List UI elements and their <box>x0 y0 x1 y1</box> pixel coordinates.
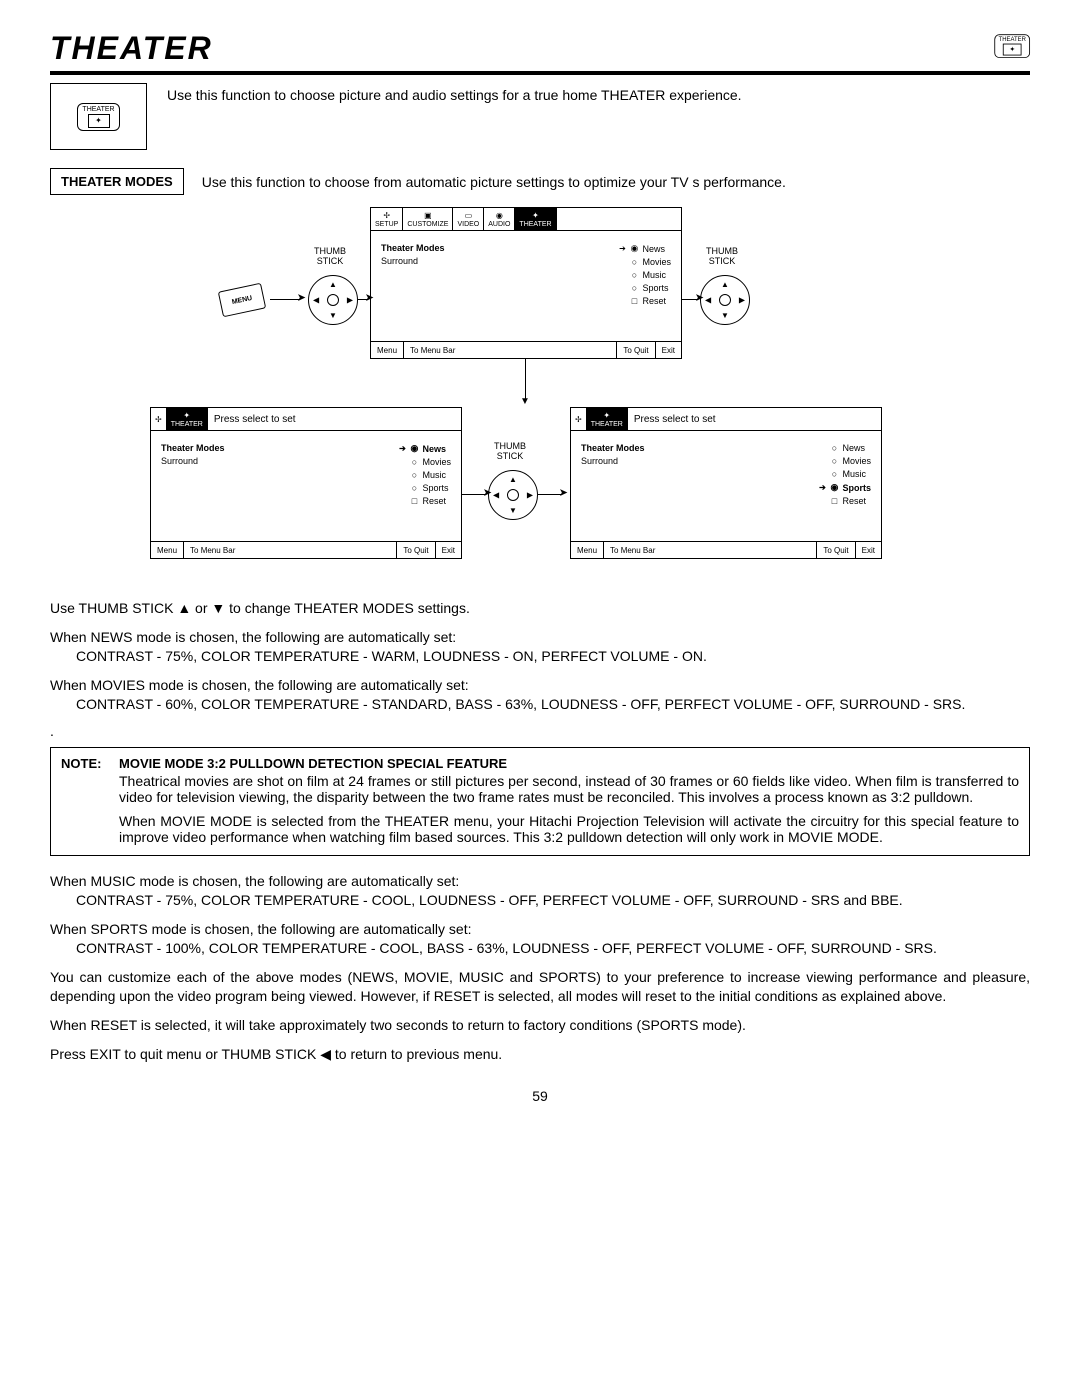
note-paragraph: Theatrical movies are shot on film at 24… <box>119 773 1019 805</box>
intro-row: THEATER ✦ Use this function to choose pi… <box>50 83 1030 150</box>
menu-tabs: ✢SETUP ▣CUSTOMIZE ▭VIDEO ◉AUDIO ✦THEATER <box>371 208 681 231</box>
thumb-stick-label: THUMBSTICK <box>692 247 752 267</box>
header-rule <box>50 71 1030 75</box>
film-icon: ✦ <box>1003 44 1022 56</box>
instruction-thumb: Use THUMB STICK ▲ or ▼ to change THEATER… <box>50 599 1030 618</box>
menu-panel-left: ✢ ✦THEATER Press select to set Theater M… <box>150 407 462 559</box>
thumb-stick-icon: ◀▶▲▼ <box>488 470 538 520</box>
theater-icon: THEATER ✦ <box>994 34 1030 58</box>
reset-text: When RESET is selected, it will take app… <box>50 1016 1030 1035</box>
page-number: 59 <box>50 1088 1030 1104</box>
page-title: THEATER <box>50 30 213 67</box>
note-title: MOVIE MODE 3:2 PULLDOWN DETECTION SPECIA… <box>119 756 1019 771</box>
sports-mode-block: When SPORTS mode is chosen, the followin… <box>50 920 1030 958</box>
tab-theater: ✦THEATER <box>587 408 628 430</box>
tab-misc: ✢ <box>571 408 587 430</box>
thumb-stick-icon: ◀▶▲▼ <box>700 275 750 325</box>
modes-row: THEATER MODES Use this function to choos… <box>50 168 1030 195</box>
thumb-stick-label: THUMBSTICK <box>300 247 360 267</box>
theater-icon-box: THEATER ✦ <box>50 83 147 150</box>
film-icon: ✦ <box>88 114 110 128</box>
tab-misc: ✢ <box>151 408 167 430</box>
navigation-diagram: ✢SETUP ▣CUSTOMIZE ▭VIDEO ◉AUDIO ✦THEATER… <box>130 207 950 587</box>
menu-panel-right: ✢ ✦THEATER Press select to set Theater M… <box>570 407 882 559</box>
menu-button[interactable]: MENU <box>218 283 266 318</box>
thumb-stick-label: THUMBSTICK <box>480 442 540 462</box>
music-mode-block: When MUSIC mode is chosen, the following… <box>50 872 1030 910</box>
note-box: NOTE: MOVIE MODE 3:2 PULLDOWN DETECTION … <box>50 747 1030 856</box>
modes-description: Use this function to choose from automat… <box>202 174 786 190</box>
tab-video: ▭VIDEO <box>453 208 484 230</box>
news-mode-block: When NEWS mode is chosen, the following … <box>50 628 1030 666</box>
thumb-stick-icon: ◀▶▲▼ <box>308 275 358 325</box>
tab-theater: ✦THEATER <box>167 408 208 430</box>
tab-audio: ◉AUDIO <box>484 208 515 230</box>
theater-icon: THEATER ✦ <box>77 103 119 131</box>
exit-text: Press EXIT to quit menu or THUMB STICK ◀… <box>50 1045 1030 1064</box>
theater-modes-label: THEATER MODES <box>50 168 184 195</box>
tab-setup: ✢SETUP <box>371 208 403 230</box>
page-header: THEATER THEATER ✦ <box>50 30 1030 71</box>
note-paragraph: When MOVIE MODE is selected from the THE… <box>119 813 1019 845</box>
tab-customize: ▣CUSTOMIZE <box>403 208 453 230</box>
menu-panel-top: ✢SETUP ▣CUSTOMIZE ▭VIDEO ◉AUDIO ✦THEATER… <box>370 207 682 359</box>
movies-mode-block: When MOVIES mode is chosen, the followin… <box>50 676 1030 714</box>
note-label: NOTE: <box>61 756 111 845</box>
customize-text: You can customize each of the above mode… <box>50 968 1030 1006</box>
tab-theater: ✦THEATER <box>515 208 556 230</box>
intro-text: Use this function to choose picture and … <box>167 83 742 103</box>
